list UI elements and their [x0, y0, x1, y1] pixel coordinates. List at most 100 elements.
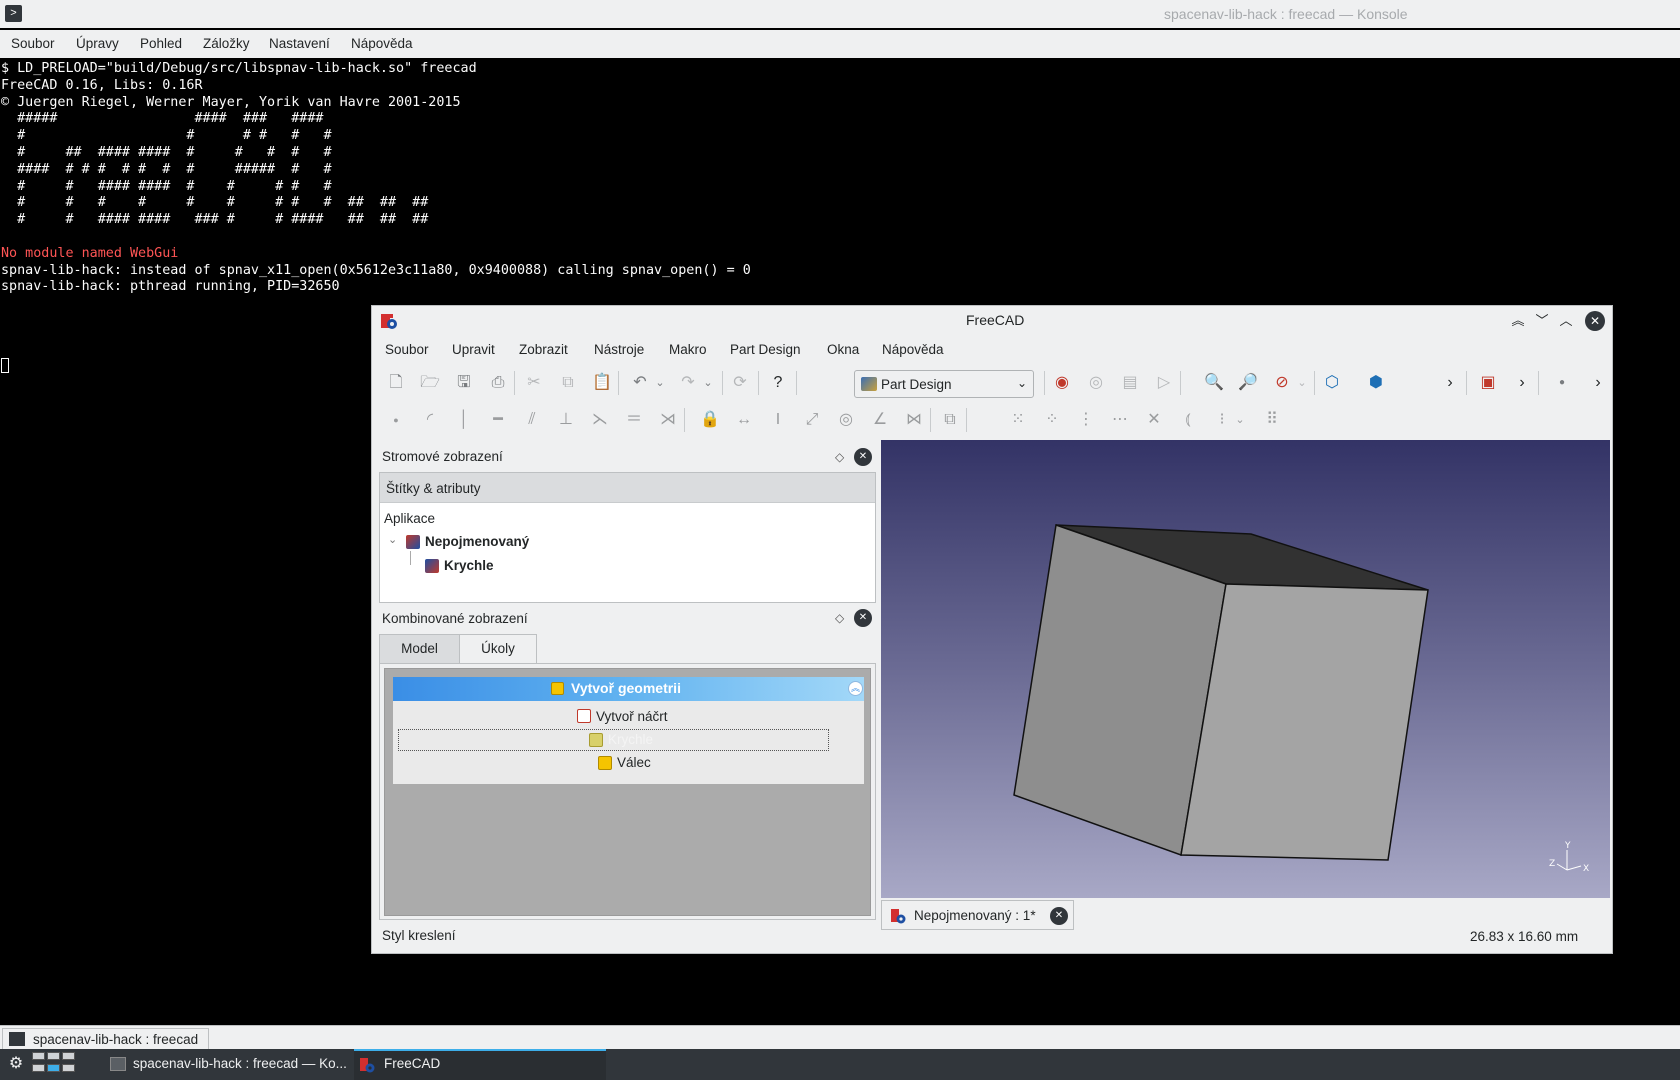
pager-desktop[interactable]	[62, 1052, 75, 1060]
toolbar-more-icon[interactable]: ›	[1440, 373, 1460, 393]
constraint-lock-icon[interactable]: 🔒	[700, 410, 720, 430]
sketch-point-icon[interactable]: ●	[386, 410, 406, 430]
dock-close-icon[interactable]: ✕	[854, 448, 872, 466]
task-item-cylinder[interactable]: Válec	[617, 755, 651, 770]
constraint-radius-icon[interactable]: ◎	[836, 410, 856, 430]
isometric-view-icon[interactable]: ⬡	[1322, 373, 1342, 393]
tree-view[interactable]: Štítky & atributy Aplikace ⌄ Nepojmenova…	[379, 472, 876, 603]
task-item-create-sketch[interactable]: Vytvoř náčrt	[596, 709, 668, 724]
menu-upravit[interactable]: Upravit	[452, 342, 495, 357]
constraint-perpendicular-icon[interactable]: ⊥	[556, 410, 576, 430]
draw-style-icon[interactable]: ⊘	[1272, 373, 1292, 393]
open-icon[interactable]: 🗁	[420, 373, 440, 393]
execute-macro-icon[interactable]: ▷	[1154, 373, 1174, 393]
print-icon[interactable]: ⎙	[488, 373, 508, 393]
konsole-menu-nastaveni[interactable]: Nastavení	[269, 36, 330, 51]
constraint-vertical-distance-icon[interactable]: Ι	[768, 410, 788, 430]
stop-macro-icon[interactable]: ◎	[1086, 373, 1106, 393]
rectangular-array-icon[interactable]: ⠿	[1262, 410, 1282, 430]
konsole-menu-pohled[interactable]: Pohled	[140, 36, 182, 51]
tree-item-document[interactable]: Nepojmenovaný	[425, 534, 529, 549]
new-document-icon[interactable]: 🗋	[386, 373, 406, 393]
konsole-menu-zalozky[interactable]: Záložky	[203, 36, 250, 51]
maximize-icon[interactable]: ︿	[1556, 311, 1576, 331]
tab-model[interactable]: Model	[379, 634, 460, 664]
paste-icon[interactable]: 📋	[592, 373, 612, 393]
virtual-desktop-pager[interactable]	[32, 1052, 92, 1078]
konsole-menu-napoveda[interactable]: Nápověda	[351, 36, 413, 51]
pager-desktop[interactable]	[32, 1064, 45, 1072]
pager-desktop-active[interactable]	[47, 1064, 60, 1072]
taskbar-task-konsole[interactable]: spacenav-lib-hack : freecad — Ko...	[104, 1049, 354, 1080]
constraint-snell-icon[interactable]: ⋈	[904, 410, 924, 430]
konsole-session-tab[interactable]: spacenav-lib-hack : freecad	[2, 1028, 209, 1050]
dock-float-icon[interactable]: ◇	[835, 611, 844, 625]
undo-dropdown-icon[interactable]: ⌄	[650, 373, 670, 393]
tree-item-box[interactable]: Krychle	[444, 558, 494, 573]
fit-selection-icon[interactable]: 🔎	[1238, 373, 1258, 393]
redo-dropdown-icon[interactable]: ⌄	[698, 373, 718, 393]
chevron-down-icon[interactable]: ⌄	[388, 533, 397, 546]
3d-viewport[interactable]: Y Z X	[881, 440, 1610, 898]
constraint-angle-icon[interactable]: ∠	[870, 410, 890, 430]
draw-style-dropdown-icon[interactable]: ⌄	[1292, 373, 1312, 393]
select-constraints-icon[interactable]: ⁙	[1008, 410, 1028, 430]
toolbar-more-icon[interactable]: ›	[1588, 373, 1608, 393]
select-conflicting-icon[interactable]: ⦅	[1178, 410, 1198, 430]
collapse-icon[interactable]: ︽	[848, 681, 863, 696]
menu-soubor[interactable]: Soubor	[385, 342, 429, 357]
toggle-construction-icon[interactable]: ⧉	[940, 410, 960, 430]
minimize-icon[interactable]: ﹀	[1532, 311, 1552, 331]
pager-desktop[interactable]	[32, 1052, 45, 1060]
menu-makro[interactable]: Makro	[669, 342, 707, 357]
copy-icon[interactable]: ⧉	[558, 373, 578, 393]
save-icon[interactable]: 🖫	[454, 373, 474, 393]
cut-icon[interactable]: ✂	[524, 373, 544, 393]
menu-part-design[interactable]: Part Design	[730, 342, 801, 357]
menu-napoveda[interactable]: Nápověda	[882, 342, 944, 357]
record-macro-icon[interactable]: ◉	[1052, 373, 1072, 393]
menu-okna[interactable]: Okna	[827, 342, 859, 357]
document-tab[interactable]: Nepojmenovaný : 1* ✕	[881, 900, 1074, 930]
constraint-parallel-icon[interactable]: ⫽	[522, 410, 542, 430]
constraint-distance-icon[interactable]: ⤢	[802, 410, 822, 430]
create-sketch-icon[interactable]: ▣	[1478, 373, 1498, 393]
tree-column-header[interactable]: Štítky & atributy	[380, 473, 875, 503]
front-view-icon[interactable]: ⬢	[1366, 373, 1386, 393]
select-vertical-axis-icon[interactable]: ⋮	[1076, 410, 1096, 430]
refresh-icon[interactable]: ⟳	[730, 373, 750, 393]
sketch-horizontal-icon[interactable]: ━	[488, 410, 508, 430]
konsole-menu-upravy[interactable]: Úpravy	[76, 36, 119, 51]
select-redundant-icon[interactable]: ✕	[1144, 410, 1164, 430]
task-item-box[interactable]: Krychle	[608, 732, 653, 747]
constraint-symmetric-icon[interactable]: ⋊	[658, 410, 678, 430]
select-origin-icon[interactable]: ⁘	[1042, 410, 1062, 430]
pager-desktop[interactable]	[62, 1064, 75, 1072]
dock-close-icon[interactable]: ✕	[854, 609, 872, 627]
sketch-line-icon[interactable]: │	[454, 410, 474, 430]
sketch-arc-icon[interactable]: ◜	[420, 410, 440, 430]
tab-tasks[interactable]: Úkoly	[459, 634, 537, 664]
macros-icon[interactable]: ▤	[1120, 373, 1140, 393]
select-elements-icon[interactable]: ⁝	[1212, 410, 1232, 430]
konsole-menu-soubor[interactable]: Soubor	[11, 36, 55, 51]
kde-launcher-icon[interactable]: ⚙	[6, 1054, 26, 1074]
workbench-selector[interactable]: Part Design ⌄	[854, 370, 1034, 398]
keep-above-icon[interactable]: ︽	[1508, 311, 1528, 331]
close-window-button[interactable]: ✕	[1585, 311, 1605, 331]
menu-nastroje[interactable]: Nástroje	[594, 342, 644, 357]
task-box-header[interactable]: Vytvoř geometrii ︽	[393, 677, 864, 701]
taskbar-task-freecad[interactable]: FreeCAD	[354, 1049, 606, 1080]
point-icon[interactable]: ●	[1552, 373, 1572, 393]
whats-this-icon[interactable]: ?	[768, 373, 788, 393]
constraint-horizontal-distance-icon[interactable]: ↔	[734, 410, 754, 430]
undo-icon[interactable]: ↶	[630, 373, 650, 393]
menu-zobrazit[interactable]: Zobrazit	[519, 342, 568, 357]
fit-all-icon[interactable]: 🔍	[1204, 373, 1224, 393]
dock-float-icon[interactable]: ◇	[835, 450, 844, 464]
pager-desktop[interactable]	[47, 1052, 60, 1060]
toolbar-more-icon[interactable]: ›	[1512, 373, 1532, 393]
close-tab-icon[interactable]: ✕	[1050, 907, 1068, 925]
select-dropdown-icon[interactable]: ⌄	[1230, 410, 1250, 430]
select-horizontal-axis-icon[interactable]: ⋯	[1110, 410, 1130, 430]
